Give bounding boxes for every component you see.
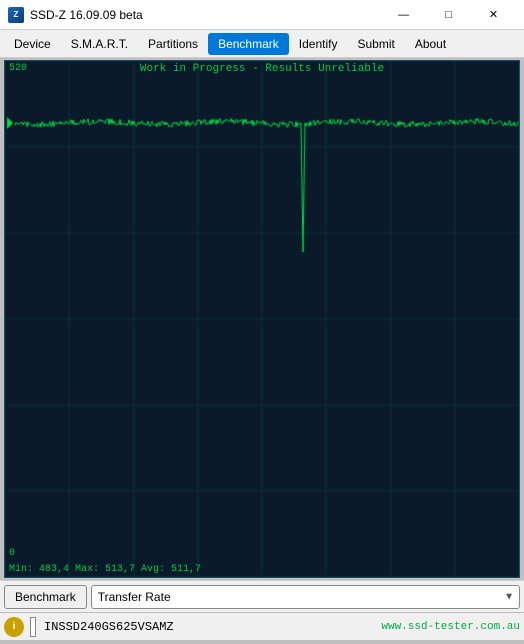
chart-stats-label: Min: 483,4 Max: 513,7 Avg: 511,7 bbox=[9, 564, 201, 575]
menu-item-device[interactable]: Device bbox=[4, 33, 61, 55]
chart-canvas bbox=[5, 61, 519, 577]
title-bar-left: Z SSD-Z 16.09.09 beta bbox=[8, 7, 143, 23]
menu-item-submit[interactable]: Submit bbox=[347, 33, 404, 55]
menu-item-benchmark[interactable]: Benchmark bbox=[208, 33, 289, 55]
status-bar: i INSSD240GS625VSAMZ www.ssd-tester.com.… bbox=[0, 612, 524, 640]
transfer-rate-dropdown-container: Transfer Rate Access Time IOPS ▼ bbox=[91, 585, 520, 609]
menu-item-about[interactable]: About bbox=[405, 33, 456, 55]
minimize-button[interactable]: — bbox=[381, 0, 426, 30]
status-icon-label: i bbox=[13, 621, 16, 632]
window-title: SSD-Z 16.09.09 beta bbox=[30, 8, 143, 22]
bottom-bar: Benchmark Transfer Rate Access Time IOPS… bbox=[0, 580, 524, 612]
close-button[interactable]: ✕ bbox=[471, 0, 516, 30]
title-bar: Z SSD-Z 16.09.09 beta — □ ✕ bbox=[0, 0, 524, 30]
chart-work-in-progress: Work in Progress - Results Unreliable bbox=[140, 63, 384, 75]
menu-item-smart[interactable]: S.M.A.R.T. bbox=[61, 33, 138, 55]
drive-name: INSSD240GS625VSAMZ bbox=[44, 620, 174, 634]
drive-icon bbox=[30, 617, 36, 637]
menu-item-partitions[interactable]: Partitions bbox=[138, 33, 208, 55]
maximize-button[interactable]: □ bbox=[426, 0, 471, 30]
status-icon: i bbox=[4, 617, 24, 637]
chart-area: 520 Work in Progress - Results Unreliabl… bbox=[4, 60, 520, 578]
transfer-rate-dropdown[interactable]: Transfer Rate Access Time IOPS bbox=[91, 585, 520, 609]
website-url: www.ssd-tester.com.au bbox=[381, 621, 520, 633]
app-icon: Z bbox=[8, 7, 24, 23]
menu-bar: DeviceS.M.A.R.T.PartitionsBenchmarkIdent… bbox=[0, 30, 524, 58]
title-buttons: — □ ✕ bbox=[381, 0, 516, 30]
menu-item-identify[interactable]: Identify bbox=[289, 33, 348, 55]
chart-y-bottom-label: 0 bbox=[9, 548, 15, 559]
benchmark-button[interactable]: Benchmark bbox=[4, 585, 87, 609]
app-icon-letter: Z bbox=[14, 10, 19, 19]
chart-y-top-label: 520 bbox=[9, 63, 27, 74]
